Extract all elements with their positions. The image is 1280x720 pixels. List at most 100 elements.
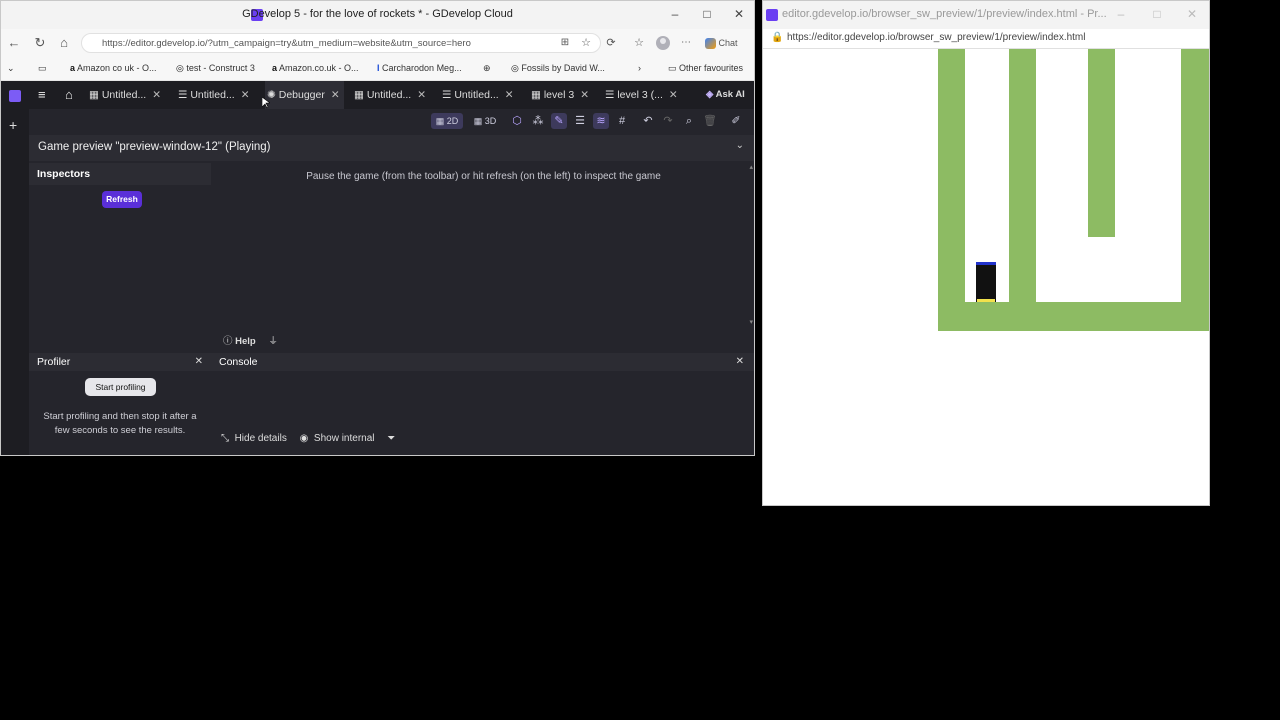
tab-level-3-events[interactable]: ☰ level 3 (... ✕ [605, 81, 678, 109]
close-window-icon[interactable]: ✕ [1184, 7, 1200, 21]
favorites-icon[interactable]: ☆ [631, 35, 647, 51]
mouse-cursor-icon [262, 97, 270, 109]
more-icon[interactable]: ⋯ [678, 35, 694, 51]
events-icon: ☰ [605, 89, 615, 101]
close-console-icon[interactable]: ✕ [736, 356, 744, 367]
bookmark-label: Carcharodon Meg... [382, 63, 462, 73]
delete-icon[interactable]: 🗑 [702, 113, 718, 129]
minimize-icon[interactable]: – [667, 7, 683, 21]
app-available-icon[interactable]: ⊞ [557, 35, 573, 51]
home-tab-icon[interactable]: ⌂ [65, 87, 73, 102]
tab-debugger[interactable]: ✺ Debugger ✕ [265, 81, 344, 109]
url-text: https://editor.gdevelop.io/?utm_campaign… [102, 38, 471, 49]
inspectors-header: Inspectors [29, 163, 211, 185]
close-tab-icon[interactable]: ✕ [417, 89, 426, 101]
hide-details-button[interactable]: ⤡ Hide details [221, 433, 287, 444]
undo-icon[interactable]: ↶ [640, 113, 656, 129]
redo-icon[interactable]: ↷ [660, 113, 676, 129]
clear-filter-icon[interactable]: ⏚ [268, 336, 278, 347]
mode-3d-toggle[interactable]: ▦ 3D [471, 113, 499, 129]
tab-untitled-events-2[interactable]: ☰ Untitled... ✕ [442, 81, 514, 109]
other-favourites-folder[interactable]: ▭ Other favourites [668, 63, 743, 74]
events-icon: ☰ [178, 89, 188, 101]
show-internal-label: Show internal [313, 433, 375, 444]
close-tab-icon[interactable]: ✕ [331, 89, 340, 101]
help-button[interactable]: ⓘ Help [223, 336, 256, 347]
wall-left [938, 49, 965, 331]
filter-icon[interactable]: ⏷ [387, 433, 395, 444]
minimize-icon[interactable]: – [1113, 7, 1129, 21]
profiler-panel: Profiler ✕ Start profiling Start profili… [29, 353, 211, 455]
close-tab-icon[interactable]: ✕ [580, 89, 589, 101]
favorite-star-icon[interactable]: ☆ [578, 35, 594, 51]
properties-edit-icon[interactable]: ✎ [551, 113, 567, 129]
scroll-up-icon[interactable]: ▴ [749, 163, 753, 171]
editor-tab-bar: ≡ ⌂ ▦ Untitled... ✕ ☰ Untitled... ✕ ✺ Debu… [29, 81, 754, 109]
tab-untitled-scene-2[interactable]: ▦ Untitled... ✕ [354, 81, 426, 109]
bookmark-item[interactable]: I Carcharodon Meg... [377, 63, 462, 73]
gdevelop-logo-icon[interactable] [9, 90, 21, 102]
scene-icon: ▦ [89, 89, 99, 101]
preview-url[interactable]: https://editor.gdevelop.io/browser_sw_pr… [787, 32, 1086, 43]
start-profiling-button[interactable]: Start profiling [85, 378, 156, 396]
close-tab-icon[interactable]: ✕ [505, 89, 514, 101]
preview-title-bar: editor.gdevelop.io/browser_sw_preview/1/… [763, 1, 1209, 29]
reading-list-icon[interactable]: ▭ [38, 63, 47, 74]
close-window-icon[interactable]: ✕ [731, 7, 747, 21]
preview-window-title: editor.gdevelop.io/browser_sw_preview/1/… [782, 8, 1107, 20]
layers-icon[interactable]: ≋ [593, 113, 609, 129]
close-tab-icon[interactable]: ✕ [241, 89, 250, 101]
bookmark-label: Fossils by David W... [521, 63, 605, 73]
grid-icon[interactable]: # [614, 113, 630, 129]
object-groups-icon[interactable]: ⁂ [530, 113, 546, 129]
close-tab-icon[interactable]: ✕ [152, 89, 161, 101]
maximize-icon[interactable]: □ [1149, 7, 1165, 21]
mode-3d-label: 3D [484, 116, 497, 126]
bookmark-item[interactable]: a Amazon.co.uk - O... [272, 63, 359, 73]
tab-label: level 3 (... [617, 89, 663, 101]
bookmark-item[interactable]: ◎ test - Construct 3 [176, 63, 255, 74]
copilot-chat-button[interactable]: Chat [705, 35, 751, 51]
object-icon[interactable]: ⬡ [509, 113, 525, 129]
bookmark-item[interactable]: a Amazon co uk - O... [70, 63, 157, 73]
tab-level-3-scene[interactable]: ▦ level 3 ✕ [531, 81, 589, 109]
back-icon[interactable]: ← [6, 35, 22, 51]
instances-list-icon[interactable]: ☰ [572, 113, 588, 129]
tab-untitled-scene-1[interactable]: ▦ Untitled... ✕ [89, 81, 161, 109]
ask-ai-button[interactable]: ◈ Ask AI [706, 81, 745, 109]
extensions-icon[interactable]: ⟳ [603, 35, 619, 51]
wall-middle [1009, 49, 1036, 331]
tab-label: Untitled... [101, 89, 147, 101]
player-rocket-flame [977, 299, 995, 302]
collapse-icon: ⤡ [221, 433, 229, 444]
mode-2d-toggle[interactable]: ▦ 2D [431, 113, 463, 129]
address-bar-row: ← ↻ ⌂ https://editor.gdevelop.io/?utm_ca… [1, 29, 754, 57]
console-toolbar: ⤡ Hide details ◉ Show internal ⏷ [221, 433, 395, 444]
game-canvas[interactable] [763, 49, 1210, 506]
scene-icon: ▦ [354, 89, 364, 101]
bookmark-item[interactable]: ◎ Fossils by David W... [511, 63, 605, 74]
chevron-right-icon[interactable]: › [638, 63, 641, 73]
menu-icon[interactable]: ≡ [38, 87, 46, 102]
add-icon[interactable]: + [9, 117, 17, 133]
chevron-down-icon[interactable]: ⌄ [736, 140, 744, 151]
tab-list-icon[interactable]: ⌄ [7, 63, 15, 74]
edit-scene-icon[interactable]: ✐ [728, 113, 744, 129]
ask-ai-label: Ask AI [715, 89, 745, 100]
show-internal-button[interactable]: ◉ Show internal [300, 433, 375, 444]
close-tab-icon[interactable]: ✕ [669, 89, 678, 101]
game-preview-header: Game preview "preview-window-12" (Playin… [29, 135, 754, 161]
tab-untitled-events-1[interactable]: ☰ Untitled... ✕ [178, 81, 250, 109]
floor-platform [965, 302, 1209, 331]
close-profiler-icon[interactable]: ✕ [195, 356, 203, 367]
url-field[interactable]: https://editor.gdevelop.io/?utm_campaign… [81, 33, 601, 53]
window-title: GDevelop 5 - for the love of rockets * -… [242, 8, 513, 20]
maximize-icon[interactable]: □ [699, 7, 715, 21]
scroll-down-icon[interactable]: ▾ [749, 318, 753, 326]
tab-label: Untitled... [366, 89, 412, 101]
reload-icon[interactable]: ↻ [32, 35, 48, 51]
refresh-button[interactable]: Refresh [102, 191, 142, 208]
zoom-icon[interactable]: ⌕ [681, 113, 697, 129]
home-icon[interactable]: ⌂ [56, 35, 72, 51]
profile-avatar-icon[interactable] [655, 35, 671, 51]
